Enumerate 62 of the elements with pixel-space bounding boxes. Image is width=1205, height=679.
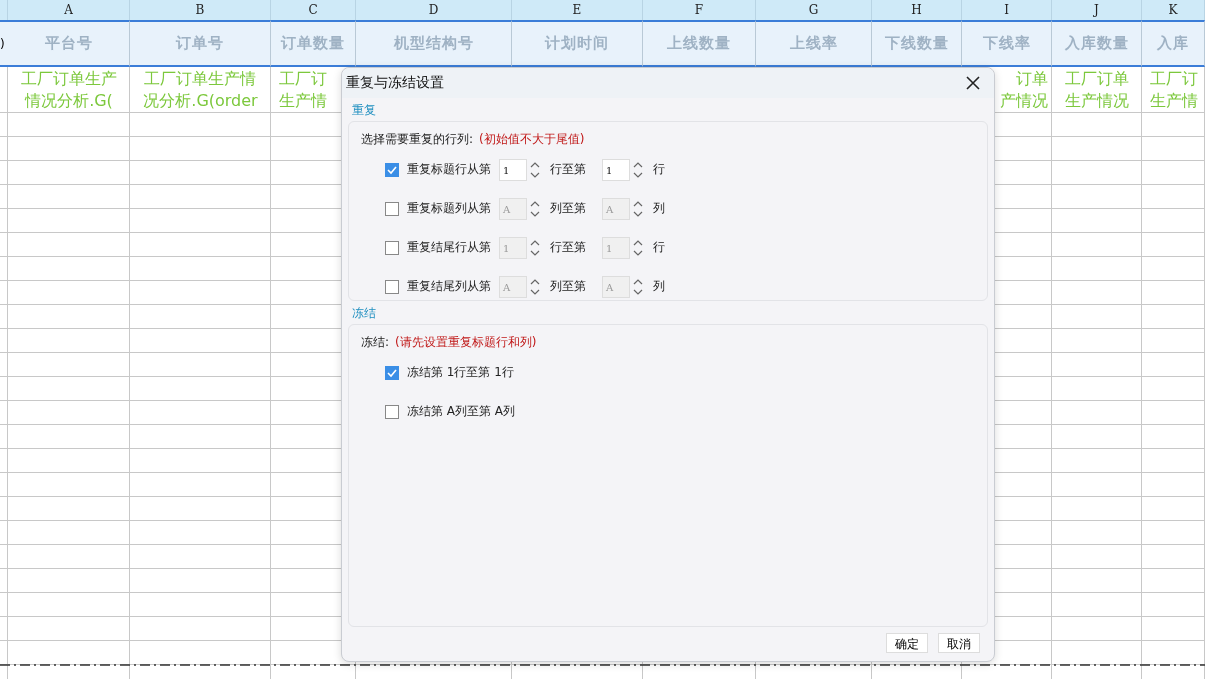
header-cell: 订单数量 [271,20,356,67]
column-letter[interactable]: G [756,0,872,20]
cell-text: 工厂订单生产 情况分析.G( [21,68,117,112]
prompt-text: 选择需要重复的行列: [361,130,474,148]
option-label: 冻结第 A列至第 A列 [407,403,516,420]
hint-text: (初始值不大于尾值) [479,130,585,148]
group-legend: 冻结 [352,305,376,322]
checkbox[interactable] [385,162,399,177]
checkbox[interactable] [385,404,399,419]
option-label: 重复标题列从第 [407,200,491,217]
group-legend: 重复 [352,102,376,119]
option-label: 行至第 [550,161,586,178]
cell-text: 工厂订 生产情 [279,68,327,112]
dialog-title: 重复与冻结设置 [346,74,444,92]
header-cell: 入库数量 [1052,20,1142,67]
cell-text: 工厂订 生产情 [1150,68,1198,112]
header-cell: 入库 [1142,20,1205,67]
option-label: 重复结尾行从第 [407,239,491,256]
column-letter[interactable]: I [962,0,1052,20]
checkbox[interactable] [385,365,399,380]
header-cell: 机型结构号 [356,20,512,67]
column-letter[interactable]: B [130,0,271,20]
option-label: 列至第 [550,278,586,295]
dialog-button[interactable]: 取消 [938,633,980,653]
column-letter[interactable]: D [356,0,512,20]
option-label: 列至第 [550,200,586,217]
header-cell: 上线率 [756,20,872,67]
header-cell: 计划时间 [512,20,643,67]
header-cell: 下线数量 [872,20,962,67]
option-label: 行至第 [550,239,586,256]
option-label: 行 [653,161,665,178]
dialog-button[interactable]: 确定 [886,633,928,653]
cell-text: 工厂订单 生产情况 [1065,68,1129,112]
option-label: 重复标题行从第 [407,161,491,178]
column-letter[interactable]: F [643,0,756,20]
column-letter[interactable]: J [1052,0,1142,20]
header-cell: 上线数量 [643,20,756,67]
option-label: 冻结第 1行至第 1行 [407,364,514,381]
column-letter[interactable]: C [271,0,356,20]
prompt-text: 冻结: [361,333,390,351]
column-letter[interactable]: E [512,0,643,20]
option-label: 列 [653,278,665,295]
option-label: 列 [653,200,665,217]
hint-text: (请先设置重复标题行和列) [395,333,537,351]
option-label: 行 [653,239,665,256]
column-letter[interactable]: K [1142,0,1205,20]
checkbox[interactable] [385,279,399,294]
header-cell: 订单号 [130,20,271,67]
checkbox[interactable] [385,240,399,255]
corner-cell[interactable] [0,0,8,20]
row-stub: ) [0,20,8,67]
checkbox[interactable] [385,201,399,216]
option-label: 重复结尾列从第 [407,278,491,295]
cell-text: 工厂订单生产情 况分析.G(order [143,68,258,112]
header-cell: 平台号 [8,20,130,67]
cell-text: 订单 产情况 [1000,68,1048,112]
spin-field[interactable]: 1 [602,158,630,181]
header-cell: 下线率 [962,20,1052,67]
spin-field[interactable]: 1 [499,158,527,181]
close-icon[interactable] [966,76,980,90]
column-letter[interactable]: H [872,0,962,20]
column-letter[interactable]: A [8,0,130,20]
